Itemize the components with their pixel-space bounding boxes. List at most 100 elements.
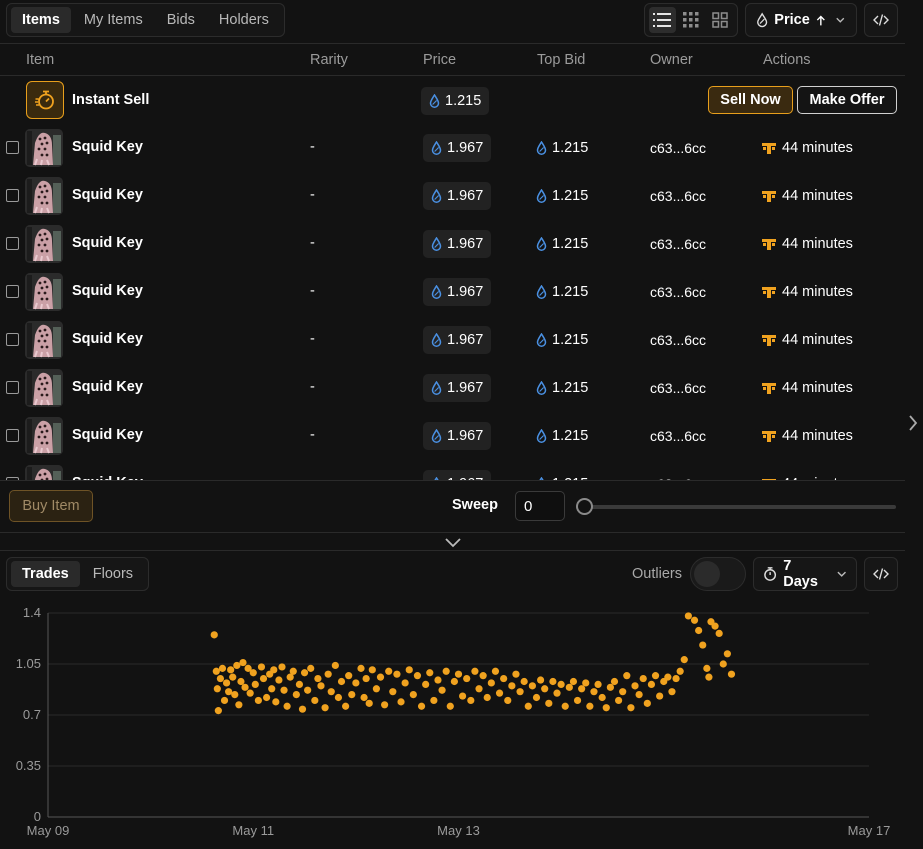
trade-point[interactable]: [249, 669, 257, 677]
trade-point[interactable]: [475, 685, 483, 693]
trade-point[interactable]: [280, 686, 288, 694]
trade-point[interactable]: [643, 699, 651, 707]
make-offer-button[interactable]: Make Offer: [797, 86, 897, 114]
trade-point[interactable]: [307, 664, 315, 672]
tab-holders[interactable]: Holders: [208, 7, 280, 33]
trade-point[interactable]: [520, 677, 528, 686]
trade-point[interactable]: [295, 680, 304, 688]
trade-point[interactable]: [594, 680, 602, 688]
trade-point[interactable]: [471, 667, 479, 675]
table-row[interactable]: Squid Key - 1.967 1.215 c63...6cc 44 min…: [0, 412, 905, 460]
tab-trades[interactable]: Trades: [11, 561, 80, 587]
trade-point[interactable]: [324, 670, 332, 678]
trade-point[interactable]: [434, 676, 442, 684]
trade-point[interactable]: [586, 702, 594, 710]
trade-point[interactable]: [270, 666, 278, 674]
item-thumbnail[interactable]: [25, 225, 63, 263]
trade-point[interactable]: [703, 664, 711, 672]
trade-point[interactable]: [311, 696, 319, 705]
trade-point[interactable]: [417, 702, 426, 710]
trade-point[interactable]: [651, 672, 660, 680]
table-row[interactable]: Squid Key - 1.967 1.215 c63...6cc 44 min…: [0, 268, 905, 316]
trade-point[interactable]: [222, 679, 231, 687]
tab-items[interactable]: Items: [11, 7, 71, 33]
trade-point[interactable]: [214, 707, 222, 715]
sweep-slider-track[interactable]: [584, 505, 896, 509]
item-thumbnail[interactable]: [25, 321, 63, 359]
trade-point[interactable]: [409, 691, 417, 699]
table-row[interactable]: Squid Key - 1.967 1.215 c63...6cc 44 min…: [0, 364, 905, 412]
trade-point[interactable]: [528, 682, 536, 690]
embed-code-button[interactable]: [864, 557, 898, 591]
trade-point[interactable]: [381, 701, 389, 709]
trade-point[interactable]: [557, 680, 565, 688]
row-checkbox[interactable]: [6, 429, 19, 442]
trade-point[interactable]: [331, 661, 339, 670]
trade-point[interactable]: [362, 674, 370, 683]
tab-bids[interactable]: Bids: [156, 7, 206, 33]
trade-point[interactable]: [573, 696, 582, 705]
trade-point[interactable]: [298, 705, 307, 713]
trade-point[interactable]: [602, 704, 610, 712]
item-owner[interactable]: c63...6cc: [650, 428, 706, 444]
item-owner[interactable]: c63...6cc: [650, 236, 706, 252]
item-thumbnail[interactable]: [25, 129, 63, 167]
trade-point[interactable]: [220, 696, 229, 705]
table-row[interactable]: Squid Key - 1.967 1.215 c63...6cc 44 min…: [0, 220, 905, 268]
trade-point[interactable]: [257, 663, 266, 671]
trade-point[interactable]: [239, 658, 247, 667]
row-checkbox[interactable]: [6, 333, 19, 346]
trade-point[interactable]: [508, 682, 516, 690]
item-owner[interactable]: c63...6cc: [650, 140, 706, 156]
trade-point[interactable]: [695, 626, 703, 635]
trade-point[interactable]: [345, 672, 353, 680]
trade-point[interactable]: [549, 677, 557, 686]
column-header-rarity[interactable]: Rarity: [310, 52, 348, 68]
trade-point[interactable]: [500, 674, 508, 683]
trade-point[interactable]: [372, 685, 380, 693]
trade-point[interactable]: [348, 691, 356, 699]
grid-view-button[interactable]: [706, 7, 733, 33]
collapse-button[interactable]: [444, 535, 462, 551]
trade-point[interactable]: [216, 674, 225, 683]
trade-point[interactable]: [327, 688, 335, 696]
trade-point[interactable]: [459, 692, 467, 700]
trade-point[interactable]: [231, 691, 239, 699]
trade-point[interactable]: [715, 629, 723, 637]
trade-point[interactable]: [598, 693, 606, 702]
sort-dropdown[interactable]: Price: [745, 3, 857, 37]
trade-point[interactable]: [246, 689, 254, 697]
trade-point[interactable]: [680, 656, 688, 664]
trade-point[interactable]: [334, 693, 343, 702]
trade-point[interactable]: [365, 699, 373, 707]
trade-point[interactable]: [578, 685, 586, 693]
trade-point[interactable]: [483, 693, 491, 702]
trade-point[interactable]: [606, 683, 614, 691]
trade-point[interactable]: [272, 698, 280, 706]
trade-point[interactable]: [317, 682, 325, 690]
trade-point[interactable]: [278, 663, 286, 671]
row-checkbox[interactable]: [6, 381, 19, 394]
item-name[interactable]: Squid Key: [72, 331, 143, 347]
trade-point[interactable]: [565, 683, 573, 691]
trade-point[interactable]: [614, 696, 623, 705]
item-owner[interactable]: c63...6cc: [650, 284, 706, 300]
trade-point[interactable]: [389, 688, 397, 696]
trade-point[interactable]: [426, 669, 434, 677]
column-header-top-bid[interactable]: Top Bid: [537, 52, 585, 68]
item-name[interactable]: Squid Key: [72, 187, 143, 203]
item-name[interactable]: Squid Key: [72, 283, 143, 299]
trade-point[interactable]: [229, 673, 237, 681]
time-range-dropdown[interactable]: 7 Days: [753, 557, 857, 591]
trade-point[interactable]: [357, 664, 365, 672]
trade-point[interactable]: [690, 616, 699, 624]
item-name[interactable]: Squid Key: [72, 139, 143, 155]
trade-point[interactable]: [235, 701, 243, 709]
trade-point[interactable]: [251, 680, 259, 688]
tab-floors[interactable]: Floors: [82, 561, 144, 587]
trade-point[interactable]: [405, 666, 413, 674]
column-header-price[interactable]: Price: [423, 52, 456, 68]
trade-point[interactable]: [512, 670, 520, 678]
item-name[interactable]: Squid Key: [72, 427, 143, 443]
trade-point[interactable]: [259, 674, 268, 683]
